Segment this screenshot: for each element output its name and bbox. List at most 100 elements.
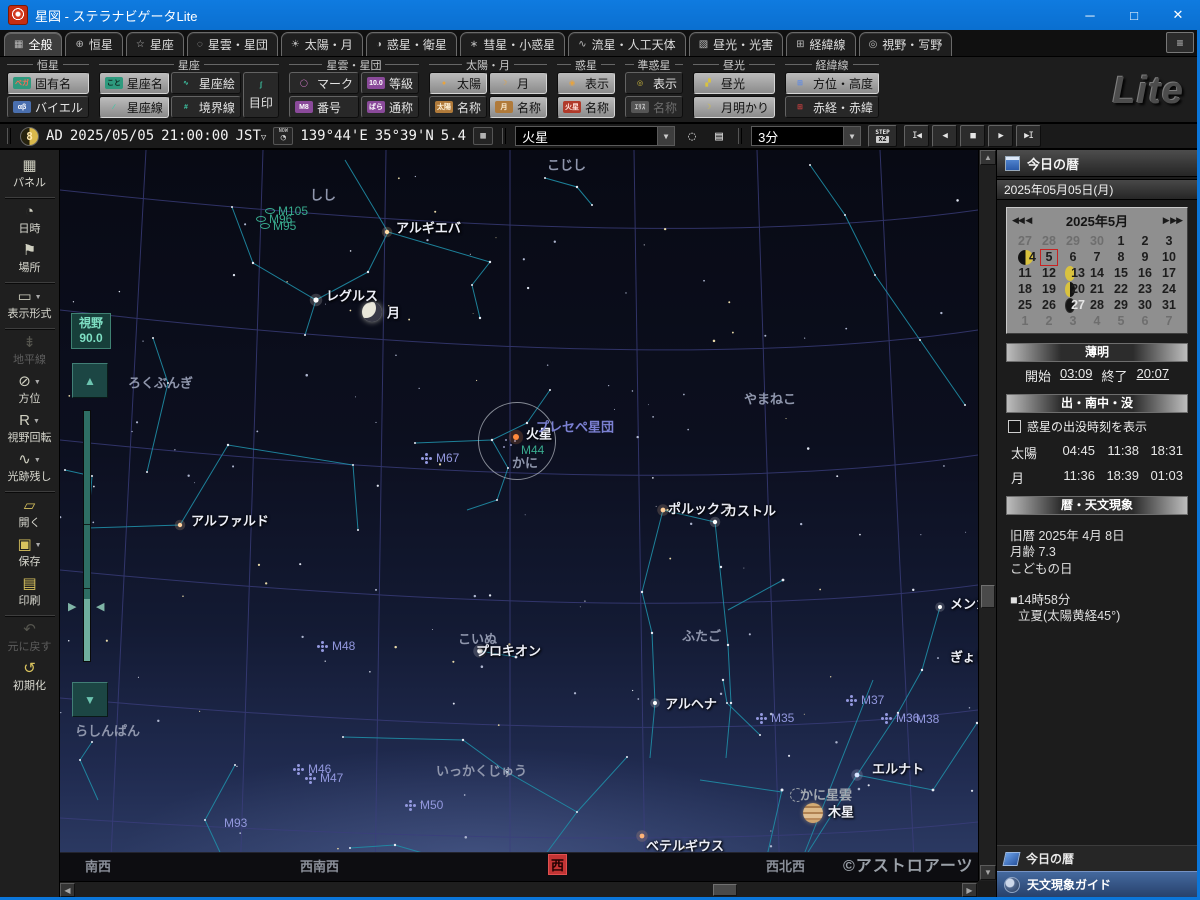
now-button[interactable]: NOW ◔: [273, 127, 294, 145]
tab-昼光・光害[interactable]: ▧ 昼光・光害: [688, 32, 784, 56]
toolbar-button-dwarf-show[interactable]: ◎ 表示: [625, 72, 684, 94]
target-select[interactable]: 火星 ▼: [515, 126, 676, 146]
calendar-day-21[interactable]: 21: [1085, 281, 1109, 297]
zoom-in-button[interactable]: ▲: [72, 363, 108, 398]
calendar-day-31[interactable]: 31: [1157, 297, 1181, 313]
tab-全般[interactable]: ▦ 全般: [4, 32, 63, 56]
sidebar-item-panel[interactable]: ▦ パネル: [2, 155, 58, 194]
sidebar-item-azimuth[interactable]: ⊘ ▼ 方位: [2, 371, 58, 410]
calendar-prev-buttons[interactable]: ◀◀ ◀: [1012, 215, 1032, 226]
toolbar-button-proper-name[interactable]: ベガ 固有名: [7, 72, 89, 94]
zoom-out-button[interactable]: ▼: [72, 682, 108, 717]
close-button[interactable]: ✕: [1156, 0, 1200, 30]
tab-太陽・月[interactable]: ☀ 太陽・月: [280, 32, 363, 56]
fov-slider[interactable]: [83, 410, 91, 662]
tab-惑星・衛星[interactable]: ◑ 惑星・衛星: [365, 32, 457, 56]
toolbar-button-dso-common-name[interactable]: ばら 通称: [360, 96, 419, 118]
toolbar-button-const-name[interactable]: こと 星座名: [98, 72, 169, 94]
toolbar-button-const-lines[interactable]: ∕ 星座線: [98, 96, 169, 118]
calendar-day-20[interactable]: 20: [1061, 281, 1085, 297]
calendar-day-7[interactable]: 7: [1085, 249, 1109, 265]
calendar-day-1[interactable]: 1: [1013, 313, 1037, 329]
panel-footer-item-今日の暦[interactable]: 今日の暦: [997, 845, 1197, 871]
keyboard-icon[interactable]: ▦: [473, 127, 494, 145]
calendar-day-2[interactable]: 2: [1037, 313, 1061, 329]
tab-彗星・小惑星[interactable]: ∗ 彗星・小惑星: [459, 32, 566, 56]
chart-vertical-scrollbar[interactable]: ▲ ▼: [978, 150, 996, 881]
calendar-day-4[interactable]: 4: [1013, 249, 1037, 265]
tab-星座[interactable]: ☆ 星座: [125, 32, 184, 56]
stop-button[interactable]: ■: [960, 125, 986, 147]
calendar-day-25[interactable]: 25: [1013, 297, 1037, 313]
moon-disc[interactable]: [362, 302, 382, 322]
tab-経緯線[interactable]: ⊞ 経緯線: [786, 32, 856, 56]
fov-slider-pointer-right[interactable]: ◀: [96, 602, 104, 613]
sidebar-item-reset[interactable]: ↺ 初期化: [2, 658, 58, 697]
fov-slider-pointer-left[interactable]: ▶: [68, 602, 76, 613]
toolbar-button-dwarf-label[interactable]: ｴﾘｽ 名称: [625, 96, 684, 118]
sidebar-item-print[interactable]: ▤ 印刷: [2, 573, 58, 612]
calendar-day-16[interactable]: 16: [1133, 265, 1157, 281]
limiting-magnitude-value[interactable]: 5.4: [441, 128, 466, 144]
play-forward-button[interactable]: ▶: [988, 125, 1014, 147]
calendar-day-24[interactable]: 24: [1157, 281, 1181, 297]
tab-星雲・星団[interactable]: ◌ 星雲・星団: [186, 32, 278, 56]
toolbar-button-sun[interactable]: ● 太陽: [428, 72, 487, 94]
calendar-day-6[interactable]: 6: [1061, 249, 1085, 265]
play-first-button[interactable]: I◀: [904, 125, 930, 147]
toolbar-button-moonlight[interactable]: ☽ 月明かり: [693, 96, 776, 118]
calendar-day-18[interactable]: 18: [1013, 281, 1037, 297]
calendar-day-30[interactable]: 30: [1085, 233, 1109, 249]
moon-phase-button[interactable]: 8: [20, 126, 39, 146]
time-step-dropdown-icon[interactable]: ▼: [843, 127, 861, 145]
toolbar-grip[interactable]: [502, 128, 507, 144]
calendar-day-15[interactable]: 15: [1109, 265, 1133, 281]
toolbar-grip[interactable]: [738, 128, 743, 144]
calendar-day-4[interactable]: 4: [1085, 313, 1109, 329]
jupiter-disc[interactable]: [803, 803, 823, 823]
list-icon[interactable]: ▤: [709, 127, 729, 146]
ribbon-menu-button[interactable]: ≡: [1166, 32, 1194, 53]
calendar-day-27[interactable]: 27: [1061, 297, 1085, 313]
chart-horizontal-scrollbar[interactable]: ◀ ▶: [60, 881, 978, 897]
timezone-value[interactable]: JST▽: [236, 128, 267, 144]
calendar-day-13[interactable]: 13: [1061, 265, 1085, 281]
sidebar-item-datetime[interactable]: ◔ 日時: [2, 201, 58, 240]
latitude-value[interactable]: 35°39'N: [375, 128, 434, 144]
date-value[interactable]: 2025/05/05: [70, 128, 154, 144]
toolbar-button-landmark[interactable]: ʃ 目印: [242, 72, 279, 118]
play-back-button[interactable]: ◀: [932, 125, 958, 147]
sidebar-item-fov-rotation[interactable]: R ▼ 視野回転: [2, 410, 58, 449]
time-value[interactable]: 21:00:00: [161, 128, 228, 144]
scroll-up-button[interactable]: ▲: [980, 150, 996, 165]
twilight-start-time[interactable]: 03:09: [1060, 366, 1093, 385]
sidebar-item-open[interactable]: ▱ 開く: [2, 495, 58, 534]
scroll-left-button[interactable]: ◀: [60, 883, 75, 897]
sidebar-item-trail[interactable]: ∿ ▼ 光跡残し: [2, 449, 58, 488]
toolbar-button-moon-label[interactable]: 月名称: [488, 96, 547, 118]
calendar-day-28[interactable]: 28: [1085, 297, 1109, 313]
scroll-down-button[interactable]: ▼: [980, 865, 996, 880]
twilight-end-time[interactable]: 20:07: [1137, 366, 1170, 385]
horizontal-scroll-thumb[interactable]: [713, 884, 737, 896]
panel-footer-item-天文現象ガイド[interactable]: 天文現象ガイド: [997, 871, 1197, 897]
calendar-next-buttons[interactable]: ▶ ▶▶: [1163, 215, 1183, 226]
toolbar-button-ra-dec[interactable]: ⊞ 赤経・赤緯: [785, 96, 880, 118]
calendar-day-27[interactable]: 27: [1013, 233, 1037, 249]
scroll-right-button[interactable]: ▶: [962, 883, 977, 897]
sidebar-item-location[interactable]: ⚑ 場所: [2, 240, 58, 279]
calendar-day-3[interactable]: 3: [1061, 313, 1085, 329]
sidebar-item-save[interactable]: ▣ ▼ 保存: [2, 534, 58, 573]
longitude-value[interactable]: 139°44'E: [300, 128, 367, 144]
time-step-select[interactable]: 3分 ▼: [751, 126, 862, 146]
calendar-day-10[interactable]: 10: [1157, 249, 1181, 265]
calendar-day-29[interactable]: 29: [1061, 233, 1085, 249]
calendar-day-6[interactable]: 6: [1133, 313, 1157, 329]
play-last-button[interactable]: ▶I: [1016, 125, 1042, 147]
minimize-button[interactable]: ─: [1068, 0, 1112, 30]
calendar-day-29[interactable]: 29: [1109, 297, 1133, 313]
sidebar-item-display-format[interactable]: ▭ ▼ 表示形式: [2, 286, 58, 325]
tab-流星・人工天体[interactable]: ∿ 流星・人工天体: [568, 32, 686, 56]
toolbar-button-moon[interactable]: ☽ 月: [488, 72, 547, 94]
toolbar-button-dso-number[interactable]: M8 番号: [288, 96, 359, 118]
